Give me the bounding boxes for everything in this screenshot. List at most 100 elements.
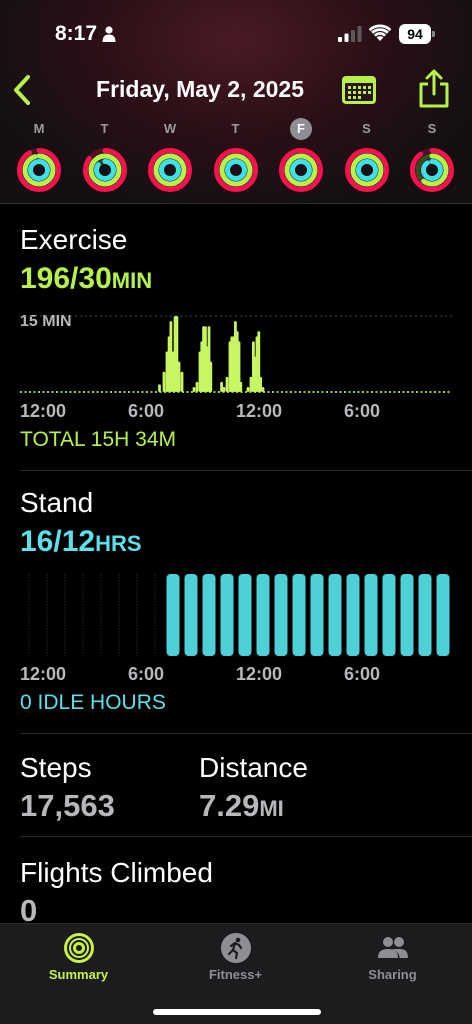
- day-6[interactable]: S: [402, 118, 462, 202]
- exercise-bar: [259, 376, 262, 392]
- tab-sharing[interactable]: Sharing: [314, 924, 471, 994]
- exercise-axis-tick: 6:00: [128, 401, 165, 421]
- exercise-chart-plot: [20, 315, 452, 393]
- chevron-left-icon[interactable]: [8, 72, 38, 108]
- stand-bar: [238, 574, 252, 656]
- stand-bar: [202, 574, 216, 656]
- day-letter: S: [427, 121, 437, 136]
- steps-label: Steps: [20, 752, 92, 783]
- activity-rings-icon: [344, 148, 389, 192]
- stand-bar: [382, 574, 396, 656]
- tab-summary[interactable]: Summary: [0, 924, 157, 994]
- exercise-bar: [246, 386, 250, 392]
- tab-fitness-plus-label: Fitness+: [208, 967, 263, 982]
- flights-label: Flights Climbed: [20, 857, 213, 888]
- stand-bar: [310, 574, 324, 656]
- day-letter: S: [362, 121, 371, 136]
- stand-bar: [256, 574, 270, 656]
- distance-label: Distance: [199, 752, 308, 783]
- distance-value-unit: MI: [259, 796, 284, 821]
- tab-summary-label: Summary: [48, 967, 109, 982]
- wifi-icon: [369, 24, 391, 41]
- day-letter: T: [100, 121, 109, 136]
- stand-value-number: 16/12: [20, 525, 96, 558]
- day-letter: W: [163, 121, 177, 136]
- day-1[interactable]: T: [75, 118, 135, 202]
- activity-rings-icon: [82, 148, 127, 192]
- stand-bar: [220, 574, 234, 656]
- exercise-bar: [261, 386, 265, 392]
- exercise-chart: 15 MIN: [20, 308, 452, 404]
- exercise-bar: [180, 371, 184, 392]
- status-bar: 8:17 94: [0, 0, 472, 64]
- divider: [20, 470, 472, 471]
- stand-bar: [292, 574, 306, 656]
- steps-value: 17,563: [20, 788, 115, 823]
- person-icon: [102, 26, 116, 42]
- exercise-title: Exercise: [20, 224, 128, 255]
- divider: [0, 203, 472, 204]
- page-title: Friday, May 2, 2025: [96, 76, 304, 102]
- stand-value-unit: HRS: [95, 531, 142, 556]
- stand-bar: [346, 574, 360, 656]
- exercise-bar: [225, 376, 229, 392]
- stand-value: 16/12HRS: [20, 525, 142, 559]
- exercise-axis-tick: 6:00: [344, 401, 381, 421]
- stand-bar: [364, 574, 378, 656]
- signal-icon: [338, 26, 362, 42]
- tab-sharing-label: Sharing: [368, 967, 417, 982]
- activity-rings-icon: [410, 148, 454, 192]
- exercise-total: TOTAL 15H 34M: [20, 428, 177, 451]
- exercise-axis-tick: 12:00: [20, 401, 67, 421]
- day-0[interactable]: M: [9, 118, 69, 202]
- activity-rings-icon: [213, 148, 258, 192]
- exercise-bar: [239, 381, 243, 392]
- exercise-bar: [220, 381, 223, 392]
- exercise-bar: [177, 361, 181, 392]
- day-5[interactable]: S: [337, 118, 397, 202]
- distance-value: 7.29MI: [199, 788, 284, 824]
- stand-axis-tick: 6:00: [128, 664, 165, 684]
- tab-fitness-plus[interactable]: Fitness+: [157, 924, 314, 994]
- stand-chart: [20, 572, 452, 658]
- nav-bar: Friday, May 2, 2025: [0, 64, 472, 116]
- stand-idle-hours: 0 IDLE HOURS: [20, 691, 166, 714]
- day-letter: F: [290, 118, 312, 140]
- exercise-bar: [162, 371, 166, 392]
- people-icon: [378, 937, 408, 958]
- activity-rings-icon: [279, 148, 323, 192]
- share-icon[interactable]: [415, 68, 453, 110]
- activity-rings-icon: [148, 148, 192, 192]
- day-3[interactable]: T: [206, 118, 266, 202]
- divider: [20, 733, 472, 734]
- exercise-bar: [158, 384, 161, 392]
- day-letter: M: [33, 121, 45, 136]
- exercise-bar: [249, 376, 253, 392]
- stand-bar: [184, 574, 198, 656]
- battery-icon: 94: [399, 24, 435, 44]
- stand-axis-tick: 12:00: [236, 664, 283, 684]
- exercise-axis-tick: 12:00: [236, 401, 283, 421]
- exercise-value-unit: MIN: [111, 268, 153, 293]
- day-2[interactable]: W: [140, 118, 200, 202]
- distance-value-number: 7.29: [199, 788, 260, 823]
- exercise-bar: [192, 386, 196, 392]
- stand-bar: [436, 574, 450, 656]
- stand-axis-tick: 12:00: [20, 664, 67, 684]
- stand-bar: [166, 574, 180, 656]
- stand-chart-plot: [28, 574, 450, 656]
- stand-bar: [274, 574, 288, 656]
- day-4[interactable]: F: [271, 118, 331, 202]
- running-figure-icon: [221, 933, 251, 963]
- stand-bar: [328, 574, 342, 656]
- week-strip: MTWTFSS: [0, 118, 472, 202]
- exercise-value-number: 196/30: [20, 262, 112, 295]
- exercise-value: 196/30MIN: [20, 262, 152, 296]
- stand-axis-tick: 6:00: [344, 664, 381, 684]
- exercise-bar: [195, 381, 199, 392]
- home-indicator: [153, 1009, 321, 1015]
- calendar-icon[interactable]: [340, 72, 378, 108]
- exercise-bar: [222, 386, 226, 392]
- stand-title: Stand: [20, 487, 94, 518]
- activity-rings-icon: [17, 148, 61, 192]
